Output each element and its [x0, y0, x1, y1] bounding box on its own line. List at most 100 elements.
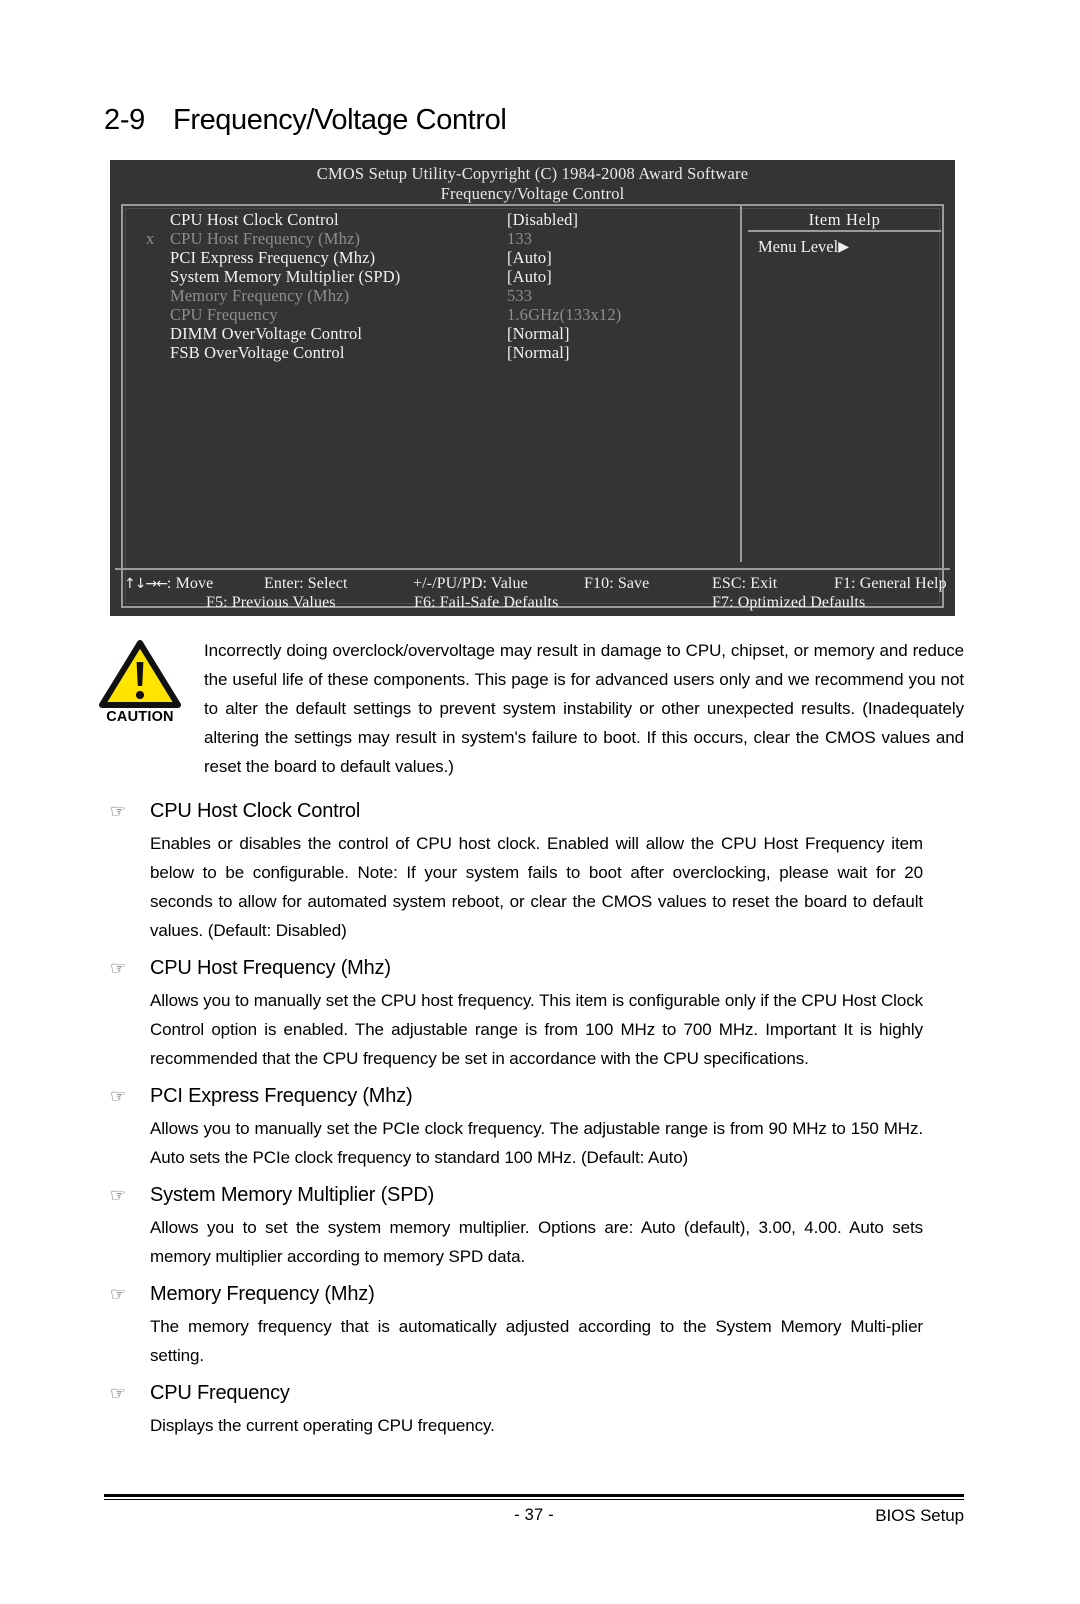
menu-level-row: Menu Level▶ — [748, 237, 941, 257]
section-body-text: Enables or disables the control of CPU h… — [150, 834, 923, 940]
legend-item-label: +/-/PU/PD: Value — [413, 575, 528, 592]
section-body-text: Displays the current operating CPU frequ… — [150, 1416, 495, 1435]
legend-item: F10: Save — [584, 574, 649, 593]
legend-item: F1: General Help — [834, 574, 947, 593]
menu-level-label: Menu Level — [758, 237, 839, 256]
section-body-text: The memory frequency that is automatical… — [150, 1317, 923, 1365]
footer-rule-thick — [104, 1494, 964, 1497]
section-body-text: Allows you to manually set the PCIe cloc… — [150, 1119, 923, 1167]
legend-row-primary: ↑↓→←: Move Enter: Select +/-/PU/PD: Value F… — [124, 574, 954, 593]
legend-item: F5: Previous Values — [206, 593, 336, 612]
bios-setting-label: Memory Frequency (Mhz) — [170, 286, 350, 305]
bios-setting-row[interactable]: CPU Frequency 1.6GHz(133x12) — [124, 305, 732, 324]
caution-text: Incorrectly doing overclock/overvoltage … — [204, 641, 964, 776]
bios-content: CPU Host Clock Control [Disabled] x CPU Hos… — [124, 204, 941, 562]
doc-section: ☞ CPU Frequency Displays the current opera… — [108, 1376, 973, 1440]
bios-subtitle: Frequency/Voltage Control — [440, 184, 625, 203]
legend-item-label: F7: Optimized Defaults — [712, 594, 866, 611]
legend-item: F7: Optimized Defaults — [712, 593, 865, 612]
bios-setting-label: DIMM OverVoltage Control — [170, 324, 363, 343]
legend-item: ESC: Exit — [712, 574, 777, 593]
section-heading-label: CPU Frequency — [150, 1382, 290, 1404]
bios-setting-label: FSB OverVoltage Control — [170, 343, 345, 362]
pointing-hand-icon: ☞ — [110, 1086, 126, 1107]
footer-rule-thin — [104, 1499, 964, 1500]
bios-setting-label: CPU Host Clock Control — [170, 210, 339, 229]
bios-setting-value[interactable]: [Disabled] — [507, 210, 578, 229]
bios-setting-label: CPU Frequency — [170, 305, 278, 324]
footer-chapter-label: BIOS Setup — [875, 1506, 964, 1525]
section-heading-label: CPU Host Frequency (Mhz) — [150, 957, 391, 979]
doc-section: ☞ CPU Host Frequency (Mhz) Allows you to m… — [108, 951, 973, 1073]
bios-titlebar: CMOS Setup Utility-Copyright (C) 1984-20… — [316, 164, 749, 183]
item-help-panel: Item Help Menu Level▶ — [748, 210, 941, 562]
doc-section: ☞ Memory Frequency (Mhz) The memory freque… — [108, 1277, 973, 1370]
legend-item: F6: Fail-Safe Defaults — [414, 593, 558, 612]
bios-setting-label: CPU Host Frequency (Mhz) — [170, 229, 361, 248]
bios-setting-value[interactable]: [Auto] — [507, 248, 552, 267]
legend-item-label: ESC: Exit — [712, 575, 778, 592]
bios-vertical-divider — [740, 204, 742, 562]
section-heading: ☞ CPU Frequency — [108, 1376, 973, 1410]
bios-setting-label: PCI Express Frequency (Mhz) — [170, 248, 376, 267]
item-help-title: Item Help — [748, 210, 941, 232]
bios-setting-label: System Memory Multiplier (SPD) — [170, 267, 401, 286]
legend-row-secondary: F5: Previous Values F6: Fail-Safe Default… — [124, 593, 954, 612]
bios-setting-row[interactable]: System Memory Multiplier (SPD) [Auto] — [124, 267, 732, 286]
doc-section: ☞ CPU Host Clock Control Enables or disabl… — [108, 794, 973, 945]
bios-legend-separator — [115, 568, 950, 570]
page-heading: 2-9 Frequency/Voltage Control — [104, 104, 964, 137]
bios-setting-value[interactable]: [Normal] — [507, 324, 570, 343]
pointing-hand-icon: ☞ — [110, 958, 126, 979]
doc-section: ☞ PCI Express Frequency (Mhz) Allows you t… — [108, 1079, 973, 1172]
bios-setting-value[interactable]: 533 — [507, 286, 532, 305]
section-heading-label: Memory Frequency (Mhz) — [150, 1283, 375, 1305]
bios-setting-disabled-marker: x — [146, 229, 155, 248]
bios-setup-screen: CMOS Setup Utility-Copyright (C) 1984-20… — [110, 160, 955, 616]
warning-triangle-icon — [99, 640, 181, 708]
legend-item: ↑↓→←: Move — [124, 574, 213, 594]
bios-setting-row[interactable]: DIMM OverVoltage Control [Normal] — [124, 324, 732, 343]
bios-setting-row[interactable]: PCI Express Frequency (Mhz) [Auto] — [124, 248, 732, 267]
legend-item-label: : Move — [166, 575, 214, 592]
bios-setting-value[interactable]: 1.6GHz(133x12) — [507, 305, 621, 324]
legend-item-label: Enter: Select — [264, 575, 348, 592]
bios-setting-row[interactable]: Memory Frequency (Mhz) 533 — [124, 286, 732, 305]
pointing-hand-icon: ☞ — [110, 1185, 126, 1206]
legend-item: Enter: Select — [264, 574, 348, 593]
menu-level-arrow-icon: ▶ — [838, 240, 849, 255]
section-body-text: Allows you to set the system memory mult… — [150, 1218, 923, 1266]
section-heading: ☞ CPU Host Frequency (Mhz) — [108, 951, 973, 985]
section-heading: ☞ System Memory Multiplier (SPD) — [108, 1178, 973, 1212]
section-number: 2-9 — [104, 104, 146, 136]
caution-block: CAUTION Incorrectly doing overclock/over… — [92, 636, 972, 781]
page-title: Frequency/Voltage Control — [173, 104, 507, 136]
pointing-hand-icon: ☞ — [110, 801, 126, 822]
page-footer: - 37 - BIOS Setup — [104, 1506, 964, 1532]
bios-key-legend: ↑↓→←: Move Enter: Select +/-/PU/PD: Value F… — [124, 574, 954, 612]
bios-setting-value[interactable]: [Normal] — [507, 343, 570, 362]
bios-setting-row[interactable]: x CPU Host Frequency (Mhz) 133 — [124, 229, 732, 248]
legend-item-label: F6: Fail-Safe Defaults — [414, 594, 559, 611]
pointing-hand-icon: ☞ — [110, 1284, 126, 1305]
caution-icon-group: CAUTION — [92, 640, 188, 725]
bios-setting-row[interactable]: FSB OverVoltage Control [Normal] — [124, 343, 732, 362]
bios-setting-value[interactable]: [Auto] — [507, 267, 552, 286]
bios-settings-list: CPU Host Clock Control [Disabled] x CPU Hos… — [124, 210, 732, 562]
page-number: - 37 - — [514, 1506, 554, 1524]
legend-item-label: F5: Previous Values — [206, 594, 336, 611]
section-heading: ☞ CPU Host Clock Control — [108, 794, 973, 828]
section-body-text: Allows you to manually set the CPU host … — [150, 991, 923, 1068]
legend-item-label: F10: Save — [584, 575, 650, 592]
legend-item-label: F1: General Help — [834, 575, 947, 592]
section-heading-label: System Memory Multiplier (SPD) — [150, 1184, 435, 1206]
section-heading-label: CPU Host Clock Control — [150, 800, 361, 822]
bios-setting-row[interactable]: CPU Host Clock Control [Disabled] — [124, 210, 732, 229]
arrow-keys-icon: ↑↓→← — [124, 576, 168, 592]
section-heading: ☞ PCI Express Frequency (Mhz) — [108, 1079, 973, 1113]
legend-item: +/-/PU/PD: Value — [413, 574, 528, 593]
caution-label: CAUTION — [106, 709, 174, 725]
document-body: ☞ CPU Host Clock Control Enables or disabl… — [108, 788, 973, 1440]
bios-setting-value[interactable]: 133 — [507, 229, 532, 248]
pointing-hand-icon: ☞ — [110, 1383, 126, 1404]
